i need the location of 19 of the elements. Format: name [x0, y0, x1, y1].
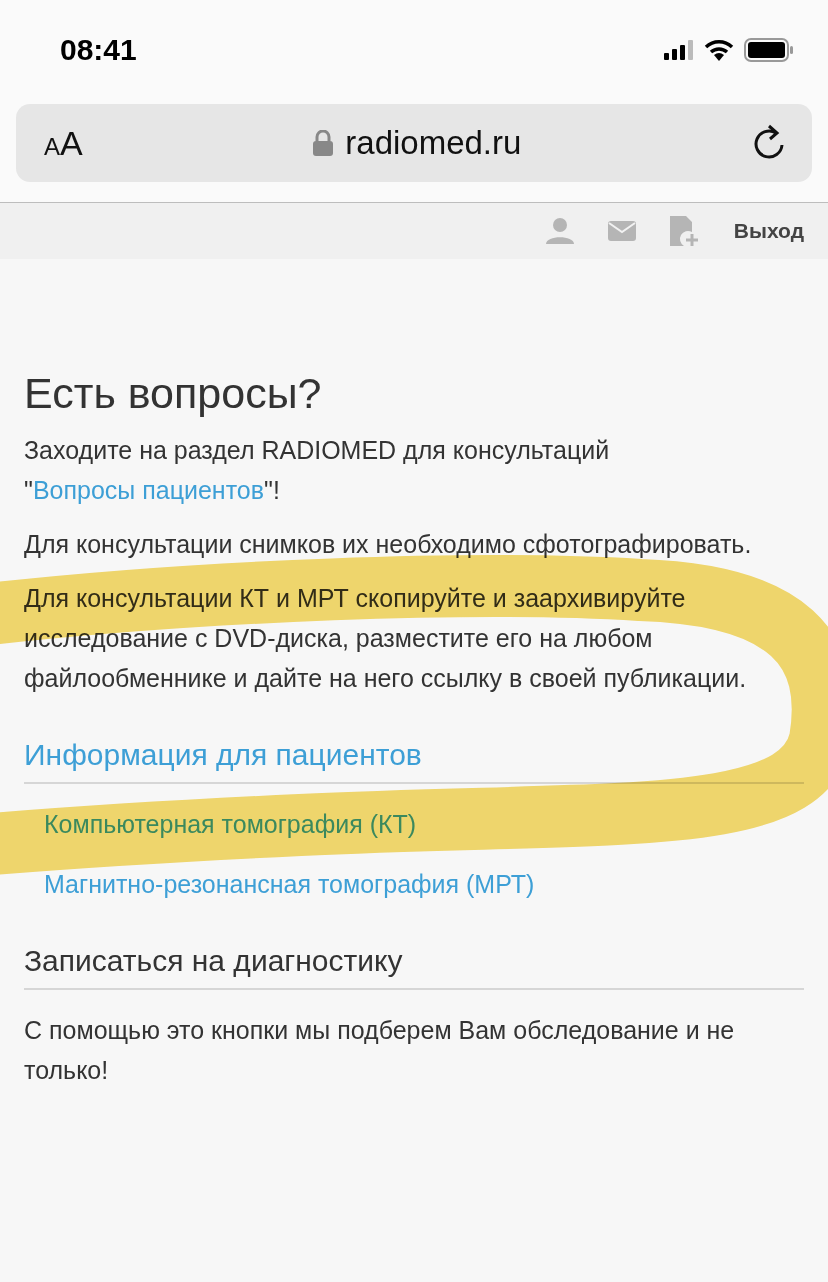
wifi-icon [704, 39, 734, 61]
address-text: radiomed.ru [345, 124, 522, 162]
section-heading: Информация для пациентов [24, 738, 423, 772]
battery-icon [744, 38, 794, 62]
mail-icon[interactable] [607, 221, 636, 241]
add-document-icon[interactable] [669, 216, 700, 246]
status-time: 08:41 [60, 33, 137, 67]
section-heading: Записаться на диагностику [24, 944, 404, 978]
signal-icon [664, 40, 694, 60]
info-paragraph: Для консультации КТ и МРТ скопируйте и заархивируйте исследование с DVD-диска, разместите его на любом файлообменнике и дайте на него ссылку в своей публикации. [24, 583, 748, 694]
intro-paragraph: Заходите на раздел RADIOMED для консультаций "Вопросы пациентов"! [24, 435, 611, 506]
signup-text: С помощью это кнопки мы подберем Вам обследование и не только! [24, 1015, 736, 1086]
text-size-button[interactable]: AA [44, 123, 83, 163]
logout-link[interactable]: Выход [733, 219, 804, 243]
user-icon[interactable] [545, 218, 574, 244]
info-paragraph: Для консультации снимков их необходимо сфотографировать. [24, 529, 753, 560]
lock-icon [313, 130, 334, 156]
address-bar[interactable]: AA radiomed.ru [16, 104, 812, 182]
section-heading: Есть вопросы? [24, 369, 323, 418]
